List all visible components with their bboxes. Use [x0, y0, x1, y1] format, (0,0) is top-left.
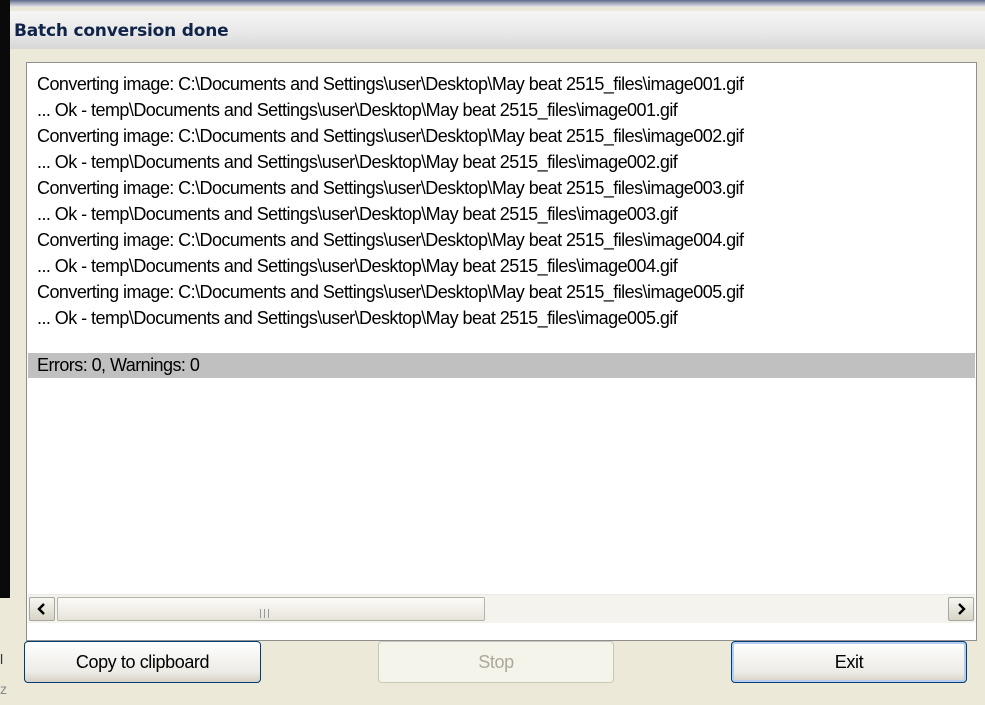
log-line: ... Ok - temp\Documents and Settings\use… — [37, 152, 678, 172]
log-line: Converting image: C:\Documents and Setti… — [37, 230, 744, 250]
log-line: ... Ok - temp\Documents and Settings\use… — [37, 100, 678, 120]
dialog-titlebar[interactable]: Batch conversion done — [10, 11, 985, 49]
scroll-right-button[interactable] — [948, 597, 974, 621]
background-text-fragment: z — [0, 681, 7, 697]
scroll-left-button[interactable] — [29, 597, 55, 621]
arrow-left-icon — [37, 603, 45, 615]
grip-icon — [260, 605, 272, 618]
exit-button[interactable]: Exit — [731, 641, 967, 683]
copy-to-clipboard-button[interactable]: Copy to clipboard — [24, 641, 261, 683]
log-line: ... Ok - temp\Documents and Settings\use… — [37, 308, 678, 328]
log-line: ... Ok - temp\Documents and Settings\use… — [37, 204, 678, 224]
log-line: Converting image: C:\Documents and Setti… — [37, 74, 744, 94]
scroll-thumb[interactable] — [57, 597, 485, 621]
log-summary-row[interactable]: Errors: 0, Warnings: 0 — [28, 353, 975, 378]
background-window-titlebar — [10, 0, 985, 7]
log-line: Converting image: C:\Documents and Setti… — [37, 126, 744, 146]
conversion-log-panel[interactable]: Converting image: C:\Documents and Setti… — [26, 62, 977, 641]
log-line: ... Ok - temp\Documents and Settings\use… — [37, 256, 678, 276]
batch-conversion-dialog: Batch conversion done Converting image: … — [10, 7, 985, 705]
horizontal-scrollbar[interactable] — [28, 594, 975, 623]
dialog-title: Batch conversion done — [14, 21, 229, 41]
summary-text: Errors: 0, Warnings: 0 — [37, 355, 200, 375]
log-line: Converting image: C:\Documents and Setti… — [37, 282, 744, 302]
stop-button[interactable]: Stop — [378, 641, 614, 683]
background-text-fragment: l — [0, 651, 4, 667]
arrow-right-icon — [958, 603, 966, 615]
background-dark-strip — [0, 0, 10, 598]
log-line: Converting image: C:\Documents and Setti… — [37, 178, 744, 198]
